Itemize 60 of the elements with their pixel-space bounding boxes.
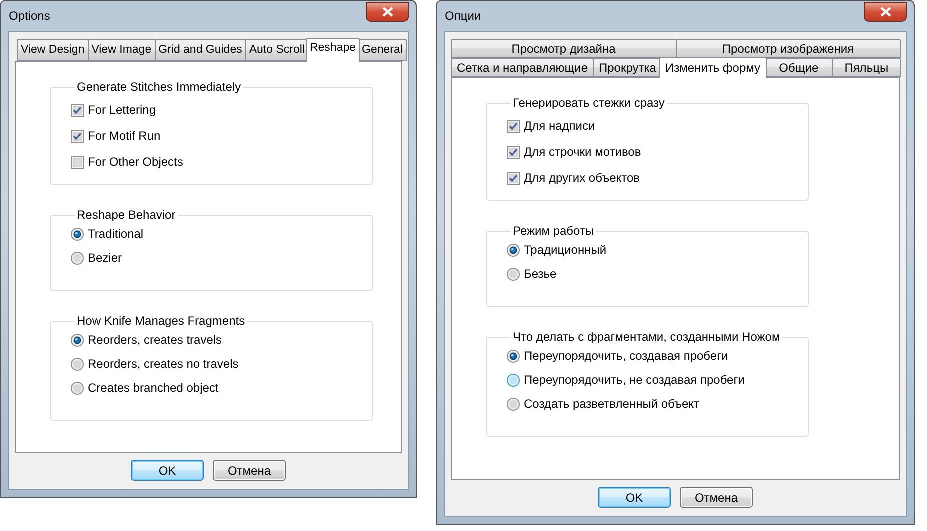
option-label: Традиционный: [524, 243, 607, 257]
group-title: Что делать с фрагментами, созданными Ножом: [512, 330, 782, 344]
tab[interactable]: Grid and Guides: [154, 39, 246, 61]
checkbox[interactable]: [507, 120, 520, 132]
cancel-button[interactable]: Отмена: [213, 460, 286, 481]
checkbox[interactable]: [507, 146, 520, 158]
option-label: Безье: [524, 267, 557, 281]
checkbox[interactable]: [71, 156, 84, 168]
option-label: Reorders, creates no travels: [88, 357, 239, 371]
group-title: Генерировать стежки сразу: [512, 96, 666, 110]
group-title: Режим работы: [512, 224, 596, 238]
ok-button[interactable]: OK: [131, 460, 204, 481]
radio-button[interactable]: [71, 334, 84, 346]
radio-button[interactable]: [507, 350, 520, 362]
option-label: Reorders, creates travels: [88, 333, 222, 347]
tab[interactable]: Сетка и направляющие: [451, 58, 594, 77]
radio-button[interactable]: [507, 268, 520, 280]
checkbox[interactable]: [71, 104, 84, 116]
option-label: Для других объектов: [524, 171, 640, 185]
tab[interactable]: Просмотр дизайна: [451, 39, 676, 58]
option-label: For Motif Run: [88, 129, 161, 143]
option-label: Создать разветвленный объект: [524, 397, 700, 411]
window-title: Options: [8, 9, 50, 23]
option-label: Для надписи: [524, 119, 596, 133]
radio-button[interactable]: [507, 398, 520, 410]
group-title: How Knife Manages Fragments: [76, 314, 246, 328]
option-label: Traditional: [88, 227, 144, 241]
tab[interactable]: Reshape: [306, 38, 360, 62]
option-label: Для строчки мотивов: [524, 145, 642, 159]
radio-button[interactable]: [71, 228, 84, 240]
option-label: Переупорядочить, не создавая пробеги: [524, 373, 745, 387]
tab[interactable]: View Design: [17, 39, 89, 61]
ok-button[interactable]: OK: [598, 487, 671, 508]
radio-button[interactable]: [71, 252, 84, 264]
option-label: For Lettering: [88, 103, 156, 117]
close-icon: [880, 6, 892, 16]
group-title: Generate Stitches Immediately: [76, 80, 242, 94]
close-button[interactable]: [864, 2, 907, 22]
tab[interactable]: Auto Scroll: [245, 39, 309, 61]
tab[interactable]: Изменить форму: [659, 57, 767, 78]
radio-button[interactable]: [71, 382, 84, 394]
radio-button[interactable]: [507, 244, 520, 256]
tab[interactable]: Общие: [764, 58, 834, 77]
radio-button[interactable]: [507, 374, 520, 386]
option-label: Bezier: [88, 251, 122, 265]
window-title: Опции: [444, 9, 482, 23]
close-button[interactable]: [366, 2, 409, 22]
tab[interactable]: Просмотр изображения: [676, 39, 901, 58]
option-label: Переупорядочить, создавая пробеги: [524, 349, 728, 363]
tab[interactable]: Пяльцы: [832, 58, 901, 77]
option-label: Creates branched object: [88, 381, 219, 395]
checkbox[interactable]: [507, 172, 520, 184]
tab[interactable]: General: [358, 39, 407, 61]
checkbox[interactable]: [71, 130, 84, 142]
option-label: For Other Objects: [88, 155, 184, 169]
radio-button[interactable]: [71, 358, 84, 370]
close-icon: [382, 6, 394, 16]
tab[interactable]: View Image: [88, 39, 156, 61]
group-title: Reshape Behavior: [76, 208, 177, 222]
cancel-button[interactable]: Отмена: [680, 487, 753, 508]
